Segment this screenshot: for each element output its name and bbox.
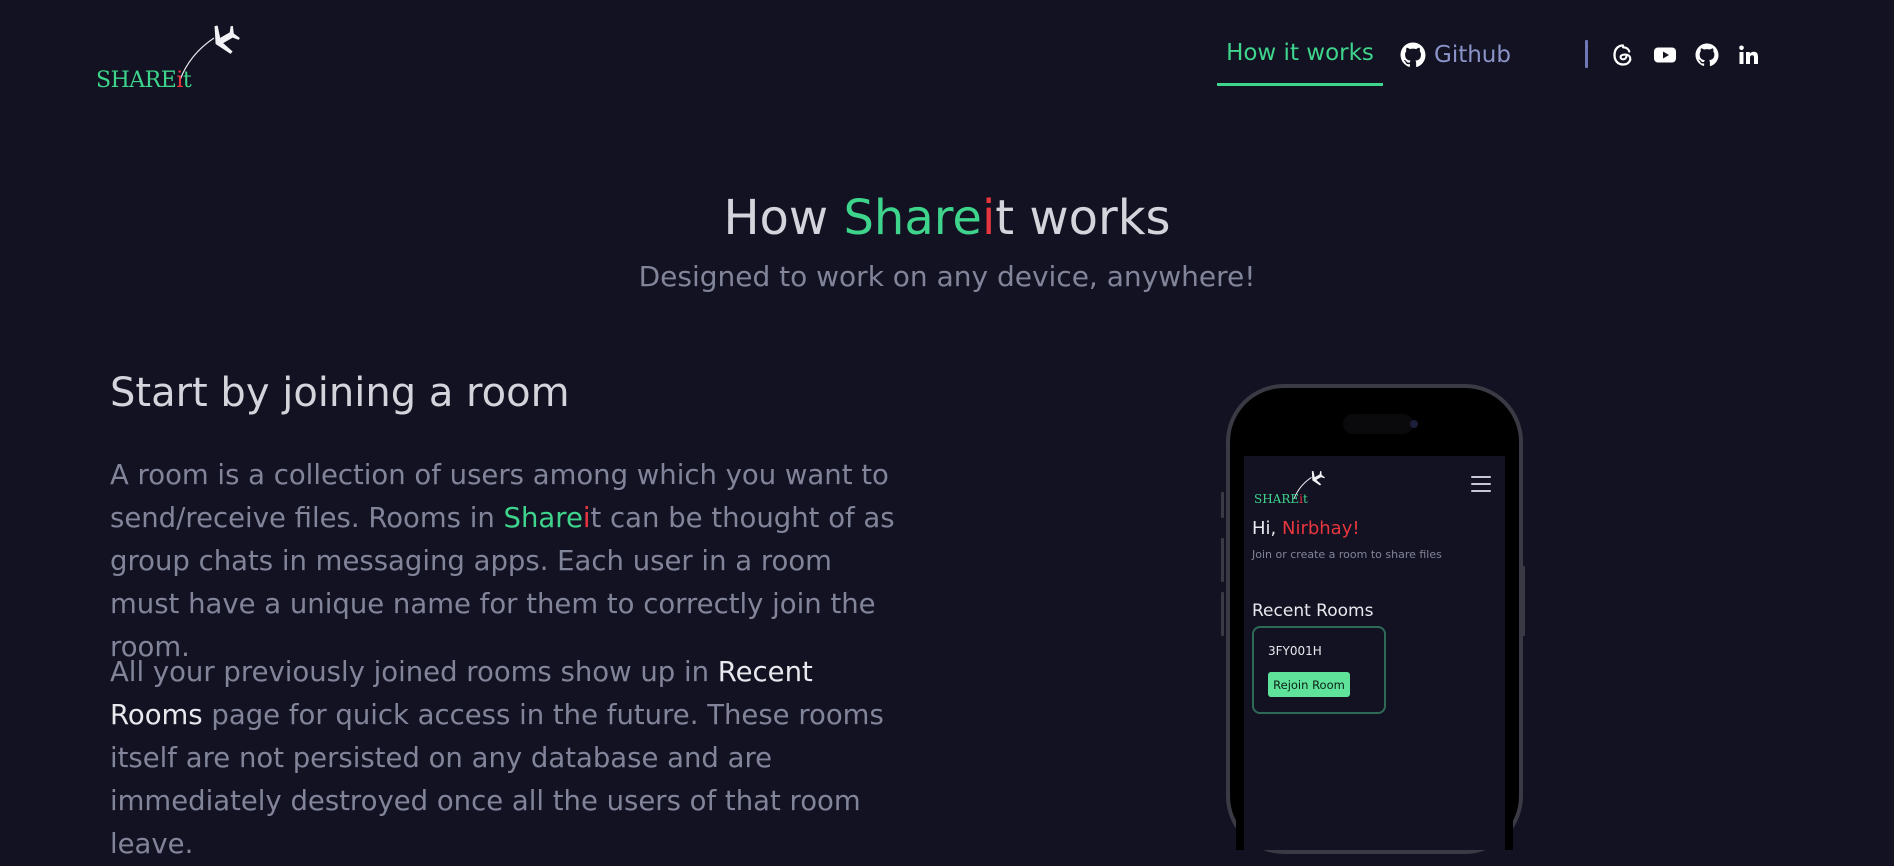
phone-join-text: Join or create a room to share files — [1252, 548, 1442, 561]
nav-github-label: Github — [1434, 42, 1511, 68]
phone-mockup: SHAREit Hi, Nirbhay! Join or create a ro… — [1226, 384, 1523, 854]
threads-link[interactable] — [1610, 42, 1635, 67]
linkedin-link[interactable] — [1736, 42, 1761, 67]
room-code: 3FY001H — [1268, 644, 1322, 658]
dynamic-island — [1343, 414, 1413, 434]
youtube-icon — [1653, 47, 1676, 62]
section-paragraph-recent: All your previously joined rooms show up… — [110, 656, 884, 860]
logo-text: SHAREit — [96, 68, 192, 93]
phone-bezel: SHAREit Hi, Nirbhay! Join or create a ro… — [1236, 394, 1513, 850]
phone-screen: SHAREit Hi, Nirbhay! Join or create a ro… — [1244, 456, 1505, 850]
hero-title: How Shareit works — [723, 190, 1171, 246]
rejoin-room-button[interactable]: Rejoin Room — [1268, 672, 1350, 697]
social-links — [1610, 42, 1761, 67]
camera-dot — [1410, 420, 1418, 428]
phone-side-button — [1221, 592, 1224, 636]
github-icon — [1400, 42, 1426, 68]
nav-github[interactable]: Github — [1400, 30, 1511, 80]
section-title: Start by joining a room — [110, 370, 570, 416]
threads-icon — [1612, 43, 1631, 66]
github-link[interactable] — [1694, 42, 1719, 67]
section-paragraph-rooms: A room is a collection of users among wh… — [110, 459, 895, 663]
hero-subtitle: Designed to work on any device, anywhere… — [638, 260, 1256, 293]
phone-side-button — [1221, 492, 1224, 518]
nav-how-it-works[interactable]: How it works — [1217, 30, 1383, 86]
github-icon — [1695, 43, 1719, 66]
phone-side-button — [1221, 538, 1224, 582]
phone-logo-text: SHAREit — [1254, 492, 1308, 506]
room-card: 3FY001H Rejoin Room — [1252, 626, 1386, 714]
linkedin-icon — [1738, 45, 1758, 64]
phone-recent-title: Recent Rooms — [1252, 601, 1374, 621]
phone-greeting: Hi, Nirbhay! — [1252, 518, 1360, 539]
hamburger-menu-icon[interactable] — [1471, 476, 1491, 492]
logo[interactable]: SHAREit — [96, 16, 246, 96]
nav-divider — [1585, 40, 1588, 68]
youtube-link[interactable] — [1652, 42, 1677, 67]
phone-logo[interactable]: SHAREit — [1252, 462, 1342, 507]
